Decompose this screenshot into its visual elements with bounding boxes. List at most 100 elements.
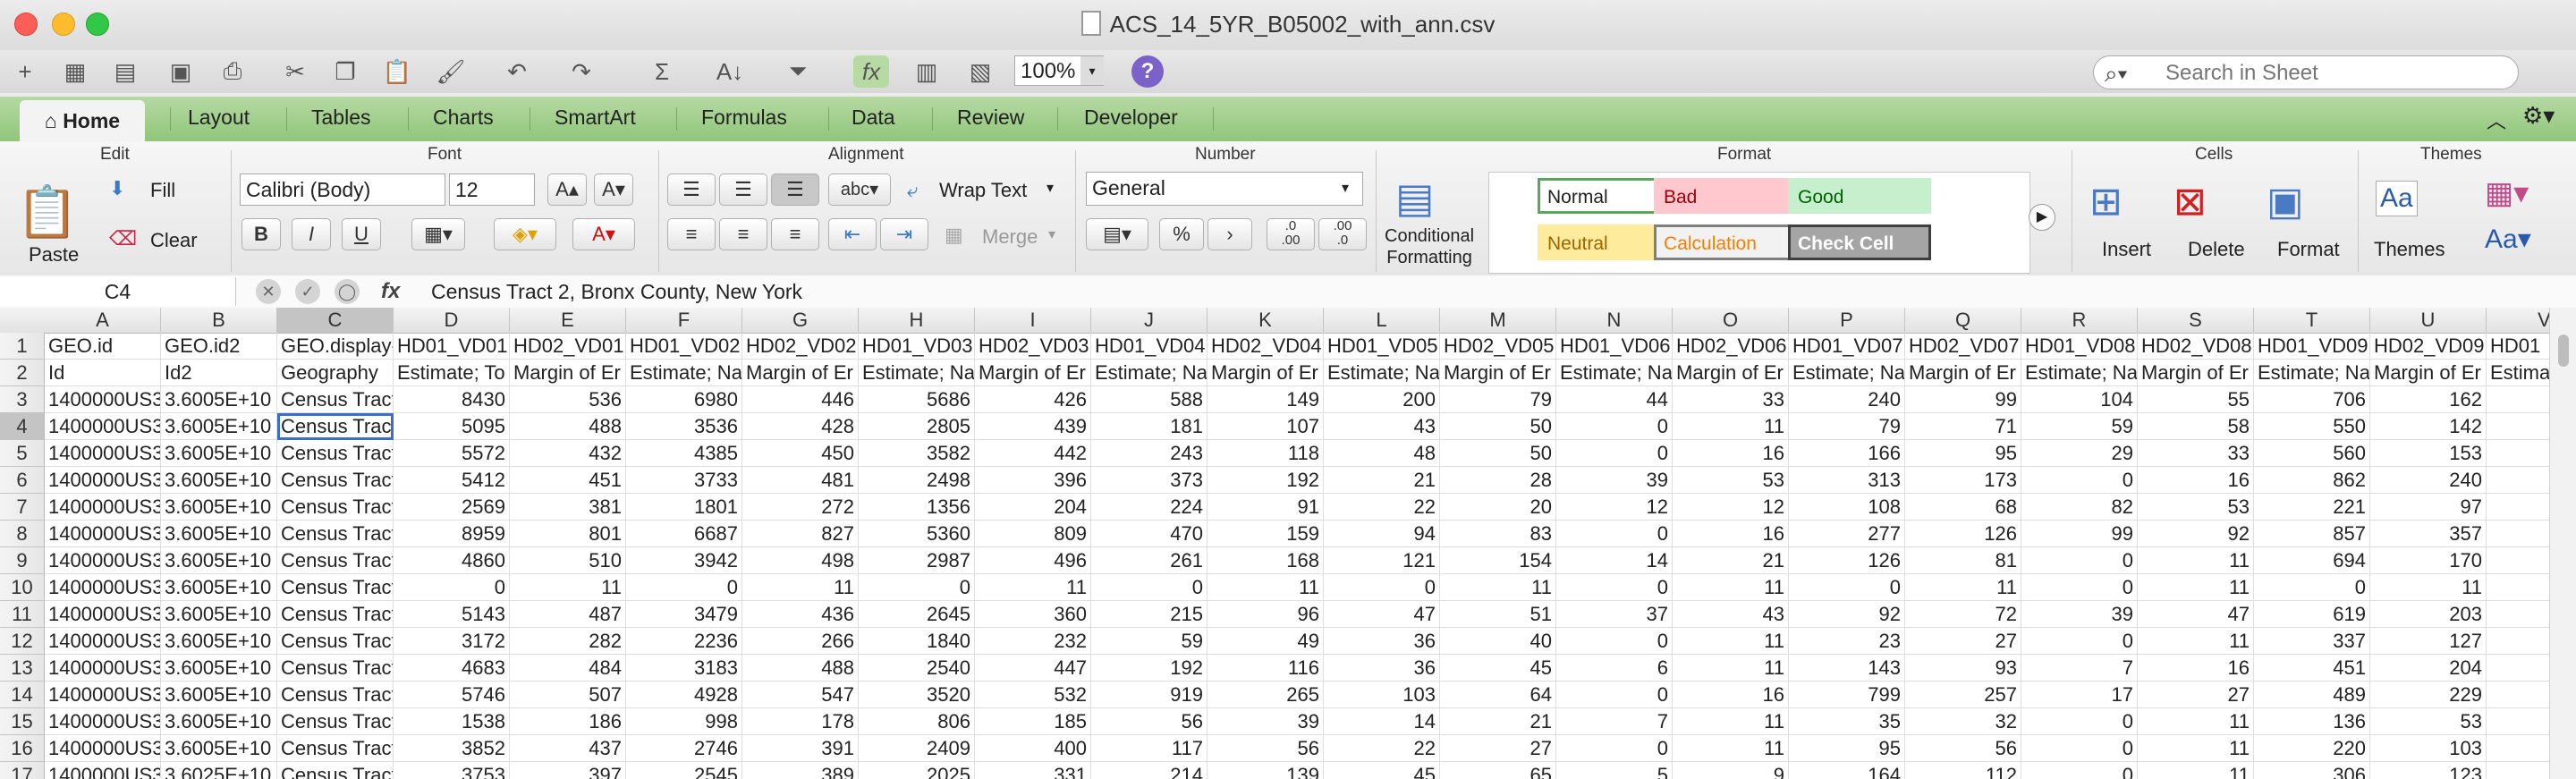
cell-r16[interactable]: 0 xyxy=(2021,735,2138,762)
cell-b15[interactable]: 3.6005E+10 xyxy=(161,708,277,735)
cell-p5[interactable]: 166 xyxy=(1789,440,1905,467)
cell-v6[interactable] xyxy=(2487,467,2549,494)
templates-icon[interactable]: ▦ xyxy=(57,55,93,88)
cell-p12[interactable]: 23 xyxy=(1789,628,1905,655)
cell-q16[interactable]: 56 xyxy=(1905,735,2021,762)
cell-p1[interactable]: HD01_VD07 xyxy=(1789,333,1905,360)
column-header-d[interactable]: D xyxy=(394,308,510,333)
tab-charts[interactable]: Charts xyxy=(433,106,494,130)
gear-icon[interactable]: ⚙▾ xyxy=(2522,102,2555,130)
cell-r8[interactable]: 99 xyxy=(2021,521,2138,547)
cell-g5[interactable]: 450 xyxy=(742,440,859,467)
cell-s15[interactable]: 11 xyxy=(2138,708,2254,735)
cell-r15[interactable]: 0 xyxy=(2021,708,2138,735)
cell-s8[interactable]: 92 xyxy=(2138,521,2254,547)
cell-r3[interactable]: 104 xyxy=(2021,386,2138,413)
cell-i3[interactable]: 426 xyxy=(975,386,1091,413)
cell-j10[interactable]: 0 xyxy=(1091,574,1208,601)
cell-r14[interactable]: 17 xyxy=(2021,682,2138,708)
cell-l1[interactable]: HD01_VD05 xyxy=(1324,333,1440,360)
cell-d5[interactable]: 5572 xyxy=(394,440,510,467)
sort-icon[interactable]: A↓ xyxy=(712,55,748,88)
merge-arrow[interactable]: ▾ xyxy=(1048,225,1055,243)
help-icon[interactable]: ? xyxy=(1131,55,1164,88)
cell-b5[interactable]: 3.6005E+10 xyxy=(161,440,277,467)
copy-icon[interactable]: ❐ xyxy=(327,55,363,88)
cell-i8[interactable]: 809 xyxy=(975,521,1091,547)
cell-a9[interactable]: 1400000US3 xyxy=(45,547,161,574)
cell-l14[interactable]: 103 xyxy=(1324,682,1440,708)
align-middle-button[interactable]: ☰ xyxy=(719,174,767,206)
cell-f17[interactable]: 2545 xyxy=(626,762,742,779)
cell-d14[interactable]: 5746 xyxy=(394,682,510,708)
cell-f11[interactable]: 3479 xyxy=(626,601,742,628)
cell-v15[interactable] xyxy=(2487,708,2549,735)
tab-home[interactable]: ⌂ Home xyxy=(20,100,145,141)
cell-v16[interactable] xyxy=(2487,735,2549,762)
cell-o16[interactable]: 11 xyxy=(1673,735,1789,762)
cell-l6[interactable]: 21 xyxy=(1324,467,1440,494)
cell-t3[interactable]: 706 xyxy=(2254,386,2370,413)
cell-b4[interactable]: 3.6005E+10 xyxy=(161,413,277,440)
cell-o13[interactable]: 11 xyxy=(1673,655,1789,682)
cell-q7[interactable]: 68 xyxy=(1905,494,2021,521)
cell-j6[interactable]: 373 xyxy=(1091,467,1208,494)
cell-p4[interactable]: 79 xyxy=(1789,413,1905,440)
cell-d11[interactable]: 5143 xyxy=(394,601,510,628)
cell-o17[interactable]: 9 xyxy=(1673,762,1789,779)
font-color-button[interactable]: A▾ xyxy=(572,218,635,250)
redo-icon[interactable]: ↷ xyxy=(564,55,599,88)
cell-e4[interactable]: 488 xyxy=(510,413,626,440)
cell-g8[interactable]: 827 xyxy=(742,521,859,547)
cell-f2[interactable]: Estimate; Na xyxy=(626,360,742,386)
row-header-15[interactable]: 15 xyxy=(0,708,45,735)
cell-j9[interactable]: 261 xyxy=(1091,547,1208,574)
column-header-e[interactable]: E xyxy=(510,308,626,333)
cell-p13[interactable]: 143 xyxy=(1789,655,1905,682)
cell-r9[interactable]: 0 xyxy=(2021,547,2138,574)
cell-b6[interactable]: 3.6005E+10 xyxy=(161,467,277,494)
cell-r2[interactable]: Estimate; Na xyxy=(2021,360,2138,386)
cell-e5[interactable]: 432 xyxy=(510,440,626,467)
search-input[interactable] xyxy=(2164,60,2507,87)
cell-u15[interactable]: 53 xyxy=(2370,708,2487,735)
cell-q15[interactable]: 32 xyxy=(1905,708,2021,735)
cell-g13[interactable]: 488 xyxy=(742,655,859,682)
cell-m8[interactable]: 83 xyxy=(1440,521,1556,547)
cell-u1[interactable]: HD02_VD09 xyxy=(2370,333,2487,360)
cell-t4[interactable]: 550 xyxy=(2254,413,2370,440)
cancel-edit-icon[interactable]: ✕ xyxy=(256,279,281,304)
cell-v14[interactable] xyxy=(2487,682,2549,708)
zoom-dropdown-arrow[interactable]: ▾ xyxy=(1080,56,1104,85)
cell-b17[interactable]: 3.6025E+10 xyxy=(161,762,277,779)
cell-q12[interactable]: 27 xyxy=(1905,628,2021,655)
insert-button[interactable]: Insert xyxy=(2102,238,2151,261)
cell-v17[interactable] xyxy=(2487,762,2549,779)
collapse-ribbon-icon[interactable]: ︿ xyxy=(2487,106,2506,134)
row-header-16[interactable]: 16 xyxy=(0,735,45,762)
cell-u17[interactable]: 123 xyxy=(2370,762,2487,779)
cell-a12[interactable]: 1400000US3 xyxy=(45,628,161,655)
wrap-text-button[interactable]: Wrap Text xyxy=(939,179,1027,202)
fx-icon[interactable]: fx xyxy=(381,277,400,306)
cell-h6[interactable]: 2498 xyxy=(859,467,975,494)
cell-h2[interactable]: Estimate; Na xyxy=(859,360,975,386)
cell-a5[interactable]: 1400000US3 xyxy=(45,440,161,467)
cell-e6[interactable]: 451 xyxy=(510,467,626,494)
cell-t15[interactable]: 136 xyxy=(2254,708,2370,735)
cell-n13[interactable]: 6 xyxy=(1556,655,1673,682)
cell-g10[interactable]: 11 xyxy=(742,574,859,601)
more-styles-button[interactable]: ▶ xyxy=(2029,204,2055,231)
row-header-8[interactable]: 8 xyxy=(0,521,45,547)
cell-g6[interactable]: 481 xyxy=(742,467,859,494)
bold-button[interactable]: B xyxy=(242,218,281,250)
cell-p16[interactable]: 95 xyxy=(1789,735,1905,762)
column-header-k[interactable]: K xyxy=(1208,308,1324,333)
cell-q6[interactable]: 173 xyxy=(1905,467,2021,494)
cell-u5[interactable]: 153 xyxy=(2370,440,2487,467)
cell-r5[interactable]: 29 xyxy=(2021,440,2138,467)
row-header-4[interactable]: 4 xyxy=(0,413,45,440)
cell-r7[interactable]: 82 xyxy=(2021,494,2138,521)
cell-l12[interactable]: 36 xyxy=(1324,628,1440,655)
cell-j11[interactable]: 215 xyxy=(1091,601,1208,628)
